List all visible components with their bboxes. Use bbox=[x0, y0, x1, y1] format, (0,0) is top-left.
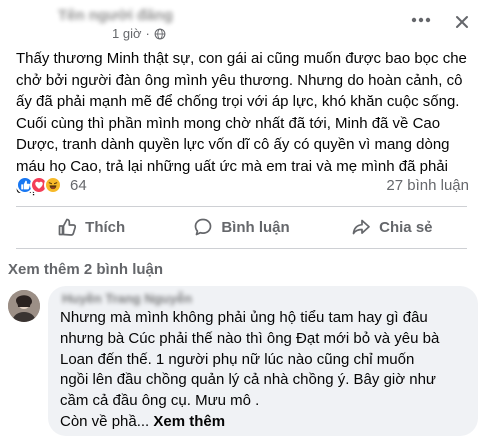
comment-count[interactable]: 27 bình luận bbox=[386, 177, 469, 194]
commenter-name[interactable]: Huyền Trang Nguyễn bbox=[62, 291, 192, 306]
comment-last-line: Còn về phầ... Xem thêm bbox=[60, 412, 470, 433]
share-icon bbox=[352, 219, 370, 235]
comment-label: Bình luận bbox=[221, 218, 290, 236]
like-label: Thích bbox=[85, 218, 126, 236]
see-more-link[interactable]: Xem thêm bbox=[153, 413, 225, 430]
comment-button[interactable]: Bình luận bbox=[166, 210, 316, 244]
commenter-avatar[interactable] bbox=[8, 290, 40, 322]
comment-line: Loan đến thế. 1 người phụ nữ lúc nào cũn… bbox=[60, 350, 415, 368]
post-time-meta: 1 giờ · bbox=[112, 26, 166, 41]
reaction-count[interactable]: 64 bbox=[70, 177, 87, 194]
comment-truncated-text: Còn về phầ... bbox=[60, 412, 150, 430]
close-button[interactable] bbox=[452, 12, 472, 32]
thumbs-up-icon bbox=[58, 218, 77, 236]
comment-line: nhưng bà Cúc phải thế nào thì ông Đạt mớ… bbox=[60, 329, 440, 347]
comment-line: Nhưng mà mình không phải ủng hộ tiểu tam… bbox=[60, 309, 428, 326]
comment-line: ngồi lên đầu chồng quản lý cả nhà chồng … bbox=[60, 371, 436, 389]
close-icon bbox=[456, 16, 468, 28]
post-header: Tên người đăng 1 giờ · bbox=[0, 0, 483, 41]
share-label: Chia sẻ bbox=[379, 218, 433, 236]
post-time[interactable]: 1 giờ bbox=[112, 26, 142, 41]
see-more-comments-link[interactable]: Xem thêm 2 bình luận bbox=[8, 261, 163, 278]
avatar-photo bbox=[8, 290, 40, 322]
like-button[interactable]: Thích bbox=[16, 210, 166, 244]
divider-bottom bbox=[16, 248, 467, 249]
share-button[interactable]: Chia sẻ bbox=[317, 210, 467, 244]
comment-text: Nhưng mà mình không phải ủng hộ tiểu tam… bbox=[60, 308, 470, 433]
reactions-summary[interactable]: 64 bbox=[16, 176, 87, 194]
divider-top bbox=[16, 206, 467, 207]
post-actions: Thích Bình luận Chia sẻ bbox=[16, 210, 467, 244]
comment-line: cầm cả đầu ông cụ. Mưu mô . bbox=[60, 392, 260, 410]
three-dots-icon bbox=[411, 17, 431, 23]
comment-icon bbox=[194, 218, 212, 236]
more-options-button[interactable] bbox=[408, 12, 434, 28]
post-author-name[interactable]: Tên người đăng bbox=[58, 7, 173, 24]
haha-icon bbox=[44, 176, 62, 194]
globe-icon bbox=[154, 28, 166, 39]
